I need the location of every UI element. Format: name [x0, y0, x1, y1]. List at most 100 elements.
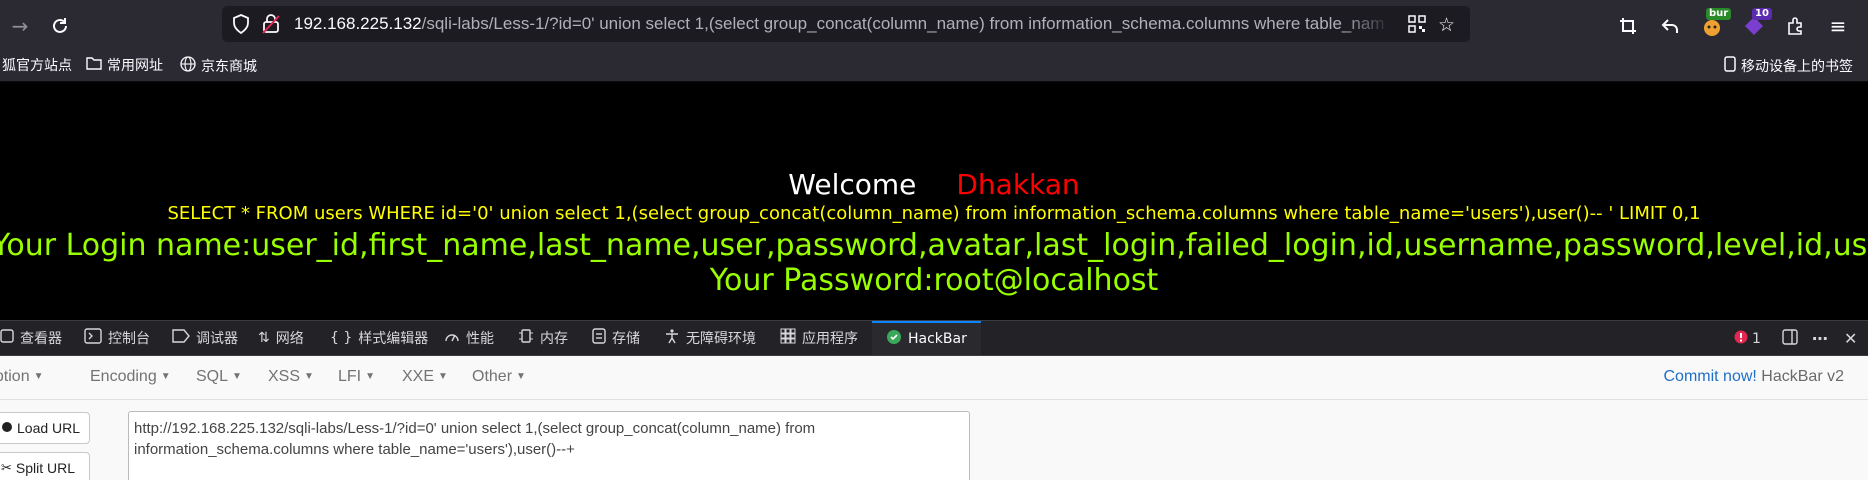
crop-icon[interactable] [1612, 10, 1644, 42]
url-bar[interactable]: 192.168.225.132/sqli-labs/Less-1/?id=0' … [222, 6, 1470, 42]
caret-down-icon: ▼ [304, 371, 314, 383]
tab-label: 查看器 [20, 331, 62, 347]
tab-label: 性能 [466, 331, 494, 347]
storage-icon [592, 328, 606, 348]
scissors-icon: ✂ [1, 460, 12, 475]
bookmarks-bar: 狐官方站点 常用网址 京东商城 移动设备上的书签 [0, 50, 1868, 82]
password-text: Your Password:root@localhost [709, 263, 1159, 298]
insecure-lock-icon[interactable] [262, 14, 280, 38]
url-fade [1342, 8, 1392, 38]
tab-network[interactable]: ⇅ 网络 [258, 321, 304, 355]
bookmark-item[interactable]: 狐官方站点 [2, 56, 72, 76]
network-arrows-icon: ⇅ [258, 330, 270, 346]
url-path: /sqli-labs/Less-1/?id=0' union select 1,… [421, 14, 1384, 33]
page-content: Welcome Dhakkan SELECT * FROM users WHERE… [0, 82, 1868, 320]
tab-accessibility[interactable]: 无障碍环境 [664, 321, 756, 355]
commit-now-link[interactable]: Commit now! [1663, 368, 1756, 385]
caret-down-icon: ▼ [365, 371, 376, 383]
error-icon [1734, 329, 1748, 348]
tab-memory[interactable]: 内存 [518, 321, 568, 355]
tab-application[interactable]: 应用程序 [780, 321, 858, 355]
tab-inspector[interactable]: 查看器 [0, 321, 62, 355]
bookmark-item[interactable]: 京东商城 [180, 56, 257, 78]
globe-icon [180, 56, 196, 78]
menu-other[interactable]: Other ▼ [472, 368, 526, 386]
hackbar-menu: Encryption▼ Encoding▼ SQL▼ XSS▼ LFI▼ XXE… [0, 356, 1868, 400]
burp-badge: bur [1706, 8, 1732, 20]
menu-sql[interactable]: SQL ▼ [196, 368, 242, 386]
tracking-shield-icon[interactable] [232, 14, 250, 38]
tab-label: 控制台 [108, 331, 150, 347]
menu-xss[interactable]: XSS ▼ [268, 368, 314, 386]
menu-lfi[interactable]: LFI ▼ [338, 368, 375, 386]
tab-style-editor[interactable]: { } 样式编辑器 [330, 321, 428, 355]
hackbar-commit-info: Commit now! HackBar v2 [1663, 368, 1844, 386]
menu-label: Encoding [90, 368, 157, 385]
braces-icon: { } [330, 330, 353, 346]
forward-icon[interactable]: → [4, 10, 36, 42]
tab-label: 内存 [540, 331, 568, 347]
grid-apps-icon [780, 328, 796, 348]
burp-extension-icon[interactable]: bur [1696, 8, 1732, 42]
url-text[interactable]: 192.168.225.132/sqli-labs/Less-1/?id=0' … [294, 13, 1384, 35]
welcome-heading: Welcome Dhakkan [0, 168, 1868, 201]
menu-xxe[interactable]: XXE ▼ [402, 368, 448, 386]
menu-label: XSS [268, 368, 301, 385]
tab-label: 应用程序 [802, 331, 858, 347]
devtools-tab-bar: 查看器 控制台 调试器 ⇅ 网络 { } 样式编辑器 性能 内存 存储 无障碍环… [0, 320, 1868, 356]
split-url-button[interactable]: ✂ Split URL [0, 452, 90, 480]
counter-extension-icon[interactable]: 10 [1738, 8, 1772, 42]
welcome-text: Welcome [788, 168, 917, 201]
caret-down-icon: ▼ [232, 371, 242, 383]
counter-badge: 10 [1752, 8, 1772, 20]
bookmark-folder[interactable]: 常用网址 [86, 56, 163, 76]
close-icon[interactable]: ✕ [1844, 329, 1857, 348]
dock-icon[interactable] [1782, 329, 1798, 349]
mobile-bookmarks[interactable]: 移动设备上的书签 [1724, 56, 1853, 78]
tab-debugger[interactable]: 调试器 [172, 321, 238, 355]
caret-down-icon: ▼ [516, 371, 526, 383]
menu-icon[interactable]: ≡ [1822, 10, 1854, 42]
bookmark-star-icon[interactable]: ☆ [1438, 14, 1455, 36]
tab-label: 存储 [612, 331, 640, 347]
error-count-text: 1 [1752, 330, 1761, 347]
menu-label: XXE [402, 368, 435, 385]
bookmark-label: 常用网址 [107, 58, 163, 74]
extensions-puzzle-icon[interactable] [1780, 10, 1812, 42]
error-count[interactable]: 1 [1734, 329, 1761, 348]
tab-label: 调试器 [196, 331, 238, 347]
mobile-device-icon [1724, 56, 1736, 78]
caret-down-icon: ▼ [33, 371, 44, 383]
tab-label: 网络 [275, 331, 304, 347]
tab-label: HackBar [908, 331, 967, 347]
tab-console[interactable]: 控制台 [84, 321, 150, 355]
load-url-label: Load URL [17, 420, 81, 436]
gauge-icon [444, 329, 460, 347]
tab-performance[interactable]: 性能 [444, 321, 494, 355]
tab-storage[interactable]: 存储 [592, 321, 640, 355]
menu-label: Encryption [0, 368, 30, 385]
hackbar-logo-icon [886, 329, 902, 349]
reload-icon[interactable] [44, 10, 76, 42]
cloud-icon [1, 420, 13, 436]
accessibility-icon [664, 328, 680, 348]
split-url-label: Split URL [15, 460, 76, 476]
url-textarea[interactable]: http://192.168.225.132/sqli-labs/Less-1/… [128, 411, 970, 480]
load-url-button[interactable]: Load URL [0, 412, 90, 444]
qr-code-icon[interactable] [1408, 15, 1426, 37]
menu-encoding[interactable]: Encoding ▼ [90, 368, 171, 386]
hackbar-panel: Encryption▼ Encoding▼ SQL▼ XSS▼ LFI▼ XXE… [0, 356, 1868, 480]
menu-label: Other [472, 368, 513, 385]
tab-label: 无障碍环境 [686, 331, 756, 347]
tab-hackbar[interactable]: HackBar [872, 321, 981, 355]
caret-down-icon: ▼ [160, 371, 171, 383]
hackbar-version: HackBar v2 [1761, 368, 1844, 385]
menu-label: LFI [338, 368, 362, 385]
inspector-icon [0, 328, 14, 348]
more-options-icon[interactable]: ⋯ [1812, 329, 1828, 348]
menu-label: SQL [196, 368, 229, 385]
console-icon [84, 328, 102, 348]
undo-icon[interactable] [1654, 10, 1686, 42]
login-name-text: Your Login name:user_id,first_name,last_… [0, 228, 1868, 263]
menu-encryption[interactable]: Encryption▼ [0, 368, 44, 386]
